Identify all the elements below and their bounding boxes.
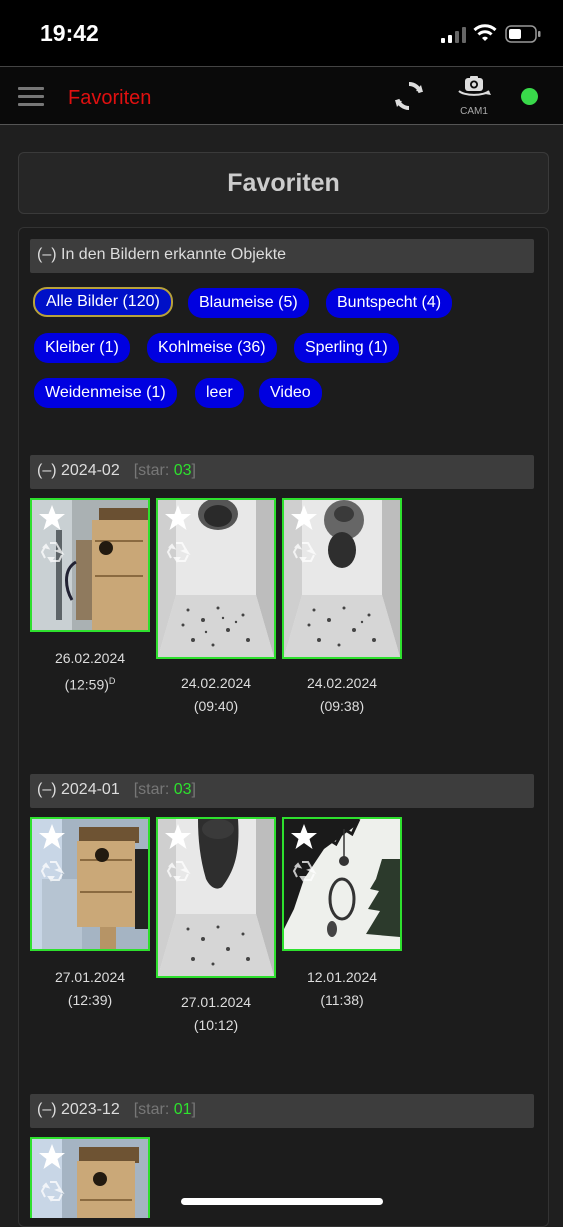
image-thumbnail[interactable] — [156, 817, 276, 978]
image-time: (12:39) — [67, 992, 113, 1008]
status-bar: 19:42 — [0, 0, 563, 66]
wifi-icon — [473, 24, 497, 41]
month-section-toggle[interactable]: (–) 2024-01 [star: 03] — [30, 774, 534, 808]
image-caption: 24.02.2024 (09:40) — [156, 672, 276, 718]
menu-icon[interactable] — [18, 87, 44, 107]
image-date: 24.02.2024 — [306, 675, 378, 691]
reload-icon[interactable] — [393, 80, 425, 112]
favorite-star-icon[interactable] — [38, 504, 66, 532]
objects-section-toggle[interactable]: (–) In den Bildern erkannte Objekte — [30, 239, 534, 273]
image-time: (12:59)D — [64, 676, 116, 693]
image-time: (11:38) — [320, 992, 364, 1008]
image-date: 26.02.2024 — [54, 650, 126, 666]
star-count-label: [star: 03] — [133, 462, 196, 479]
battery-icon — [505, 25, 541, 43]
month-label: (–) 2024-01 — [37, 781, 120, 798]
recycle-icon[interactable] — [291, 857, 319, 885]
image-time: (10:12) — [193, 1017, 239, 1033]
filter-chip-leer[interactable]: leer — [195, 378, 244, 408]
favorite-star-icon[interactable] — [164, 504, 192, 532]
image-thumbnail[interactable] — [30, 1137, 150, 1218]
image-time: (09:38) — [319, 698, 365, 714]
image-caption: 27.01.2024 (10:12) — [156, 991, 276, 1037]
favorite-star-icon[interactable] — [290, 504, 318, 532]
favorite-star-icon[interactable] — [290, 823, 318, 851]
filter-chip-blaumeise[interactable]: Blaumeise (5) — [188, 288, 309, 318]
filter-chip-sperling[interactable]: Sperling (1) — [294, 333, 399, 363]
filter-chip-kleiber[interactable]: Kleiber (1) — [34, 333, 130, 363]
star-count-label: [star: 01] — [133, 1101, 196, 1118]
filter-chip-all-images[interactable]: Alle Bilder (120) — [33, 287, 173, 317]
recycle-icon[interactable] — [39, 857, 67, 885]
camera-icon — [458, 76, 491, 96]
recycle-icon[interactable] — [165, 538, 193, 566]
header-title: Favoriten — [68, 87, 152, 109]
page-title: Favoriten — [18, 152, 549, 214]
favorite-star-icon[interactable] — [38, 1143, 66, 1171]
image-caption: 26.02.2024 (12:59)D — [30, 647, 150, 697]
recycle-icon[interactable] — [39, 1177, 67, 1205]
recycle-icon[interactable] — [165, 857, 193, 885]
month-section-toggle[interactable]: (–) 2024-02 [star: 03] — [30, 455, 534, 489]
camera-label: CAM1 — [460, 106, 488, 117]
filter-chip-kohlmeise[interactable]: Kohlmeise (36) — [147, 333, 277, 363]
image-mark: D — [108, 676, 116, 686]
favorite-star-icon[interactable] — [164, 823, 192, 851]
image-thumbnail[interactable] — [282, 498, 402, 659]
recycle-icon[interactable] — [39, 538, 67, 566]
image-date: 27.01.2024 — [180, 994, 252, 1010]
filter-chip-video[interactable]: Video — [259, 378, 322, 408]
cellular-signal-icon — [441, 27, 466, 43]
recycle-icon[interactable] — [291, 538, 319, 566]
month-label: (–) 2024-02 — [37, 462, 120, 479]
image-thumbnail[interactable] — [30, 498, 150, 632]
image-thumbnail[interactable] — [282, 817, 402, 951]
app-header: Favoriten CAM1 — [0, 66, 563, 125]
image-thumbnail[interactable] — [156, 498, 276, 659]
status-time: 19:42 — [40, 20, 99, 46]
camera-switch-button[interactable]: CAM1 — [454, 75, 494, 119]
image-caption: 24.02.2024 (09:38) — [282, 672, 402, 718]
favorite-star-icon[interactable] — [38, 823, 66, 851]
home-indicator[interactable] — [181, 1198, 383, 1205]
star-count-label: [star: 03] — [133, 781, 196, 798]
image-time: (09:40) — [193, 698, 239, 714]
image-caption: 12.01.2024 (11:38) — [282, 966, 402, 1012]
month-label: (–) 2023-12 — [37, 1101, 120, 1118]
month-section-toggle[interactable]: (–) 2023-12 [star: 01] — [30, 1094, 534, 1128]
image-date: 12.01.2024 — [306, 969, 378, 985]
image-date: 24.02.2024 — [180, 675, 252, 691]
image-date: 27.01.2024 — [54, 969, 126, 985]
connection-status-indicator — [521, 88, 538, 105]
content-panel — [18, 227, 549, 1227]
filter-chip-buntspecht[interactable]: Buntspecht (4) — [326, 288, 453, 318]
filter-chip-weidenmeise[interactable]: Weidenmeise (1) — [34, 378, 177, 408]
image-caption: 27.01.2024 (12:39) — [30, 966, 150, 1012]
image-thumbnail[interactable] — [30, 817, 150, 951]
